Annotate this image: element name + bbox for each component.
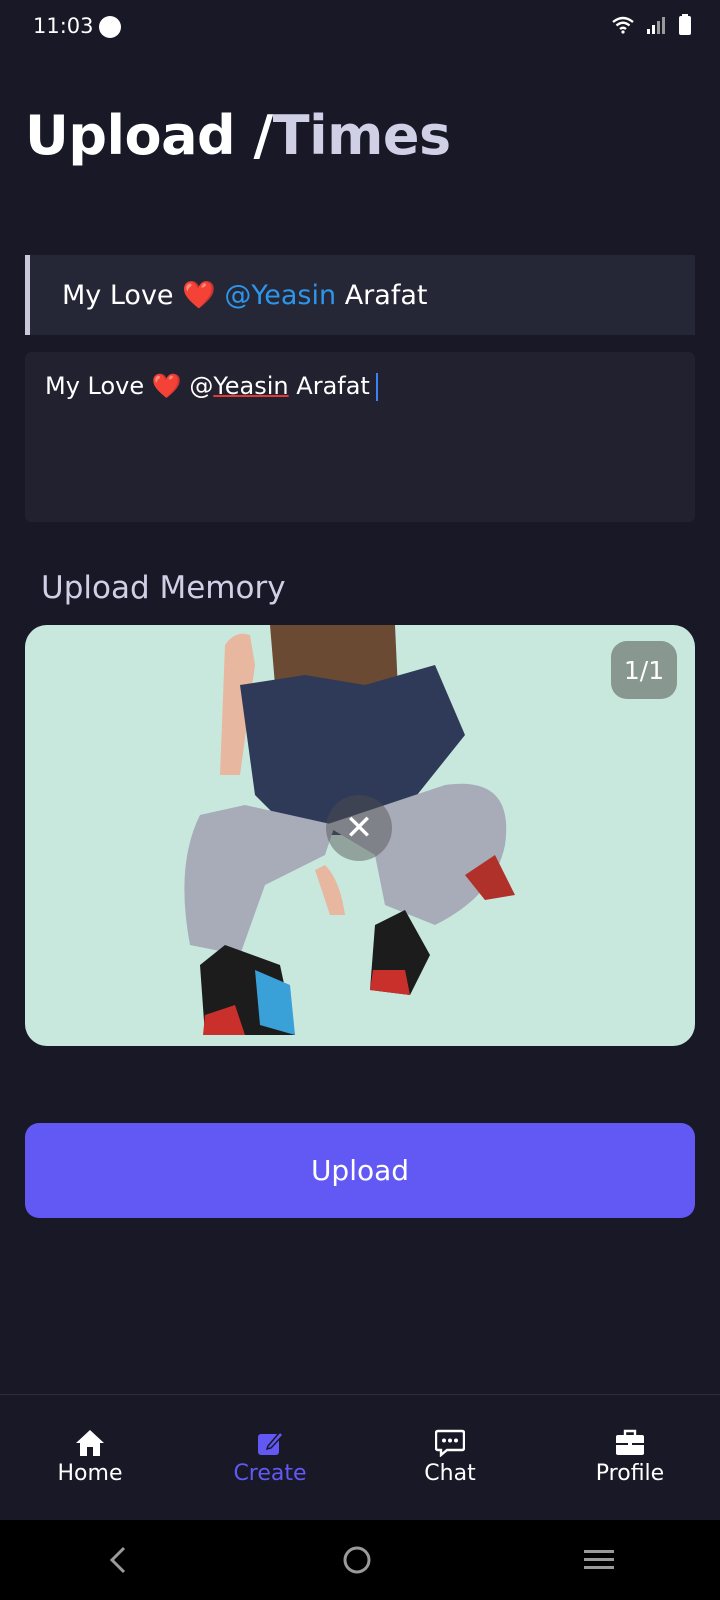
- caption-at: @: [189, 372, 214, 400]
- bottom-nav: Home Create Chat Profile: [0, 1394, 720, 1520]
- caption-mention: Yeasin: [213, 372, 289, 400]
- caption-text: My Love: [45, 372, 145, 400]
- memory-image[interactable]: 1/1 ✕: [25, 625, 695, 1046]
- caption-heart-emoji: ❤️: [151, 372, 182, 400]
- preview-mention: @Yeasin: [224, 279, 337, 311]
- close-icon: ✕: [344, 808, 374, 848]
- caption-preview: My Love ❤️ @Yeasin Arafat: [25, 255, 695, 335]
- page-title-times: Times: [272, 104, 451, 167]
- page-title-upload: Upload /: [25, 104, 273, 167]
- nav-create-label: Create: [233, 1461, 307, 1486]
- system-nav-bar: [0, 1520, 720, 1600]
- nav-chat-label: Chat: [424, 1461, 476, 1486]
- nav-home-label: Home: [57, 1461, 123, 1486]
- edit-icon: [258, 1430, 284, 1455]
- image-counter: 1/1: [611, 641, 677, 699]
- nav-profile[interactable]: Profile: [555, 1429, 705, 1486]
- nav-profile-label: Profile: [595, 1461, 665, 1486]
- preview-text: My Love: [62, 279, 174, 311]
- nav-create[interactable]: Create: [195, 1429, 345, 1486]
- nav-home[interactable]: Home: [15, 1429, 165, 1486]
- wifi-icon: [612, 16, 634, 34]
- battery-icon: [679, 14, 691, 35]
- recents-menu-icon[interactable]: [584, 1548, 614, 1572]
- home-icon: [76, 1430, 104, 1456]
- chat-icon: [435, 1429, 465, 1457]
- upload-button[interactable]: Upload: [25, 1123, 695, 1218]
- back-icon[interactable]: [106, 1545, 130, 1575]
- remove-image-button[interactable]: ✕: [326, 795, 392, 861]
- heart-emoji: ❤️: [182, 280, 216, 311]
- status-time: 11:03: [33, 14, 94, 38]
- briefcase-icon: [616, 1429, 644, 1455]
- signal-icon: [647, 17, 665, 34]
- status-bar: 11:03: [0, 0, 720, 56]
- page-title: Upload /Times: [25, 104, 451, 167]
- home-circle-icon[interactable]: [342, 1545, 372, 1575]
- status-icons: [612, 14, 692, 36]
- app-notification-icon: [99, 16, 121, 38]
- preview-text-after: Arafat: [344, 279, 428, 311]
- caption-input[interactable]: My Love ❤️ @Yeasin Arafat: [25, 352, 695, 522]
- upload-memory-label: Upload Memory: [41, 570, 286, 606]
- caption-text-after: Arafat: [296, 372, 370, 400]
- text-cursor: [375, 373, 378, 401]
- nav-chat[interactable]: Chat: [375, 1429, 525, 1486]
